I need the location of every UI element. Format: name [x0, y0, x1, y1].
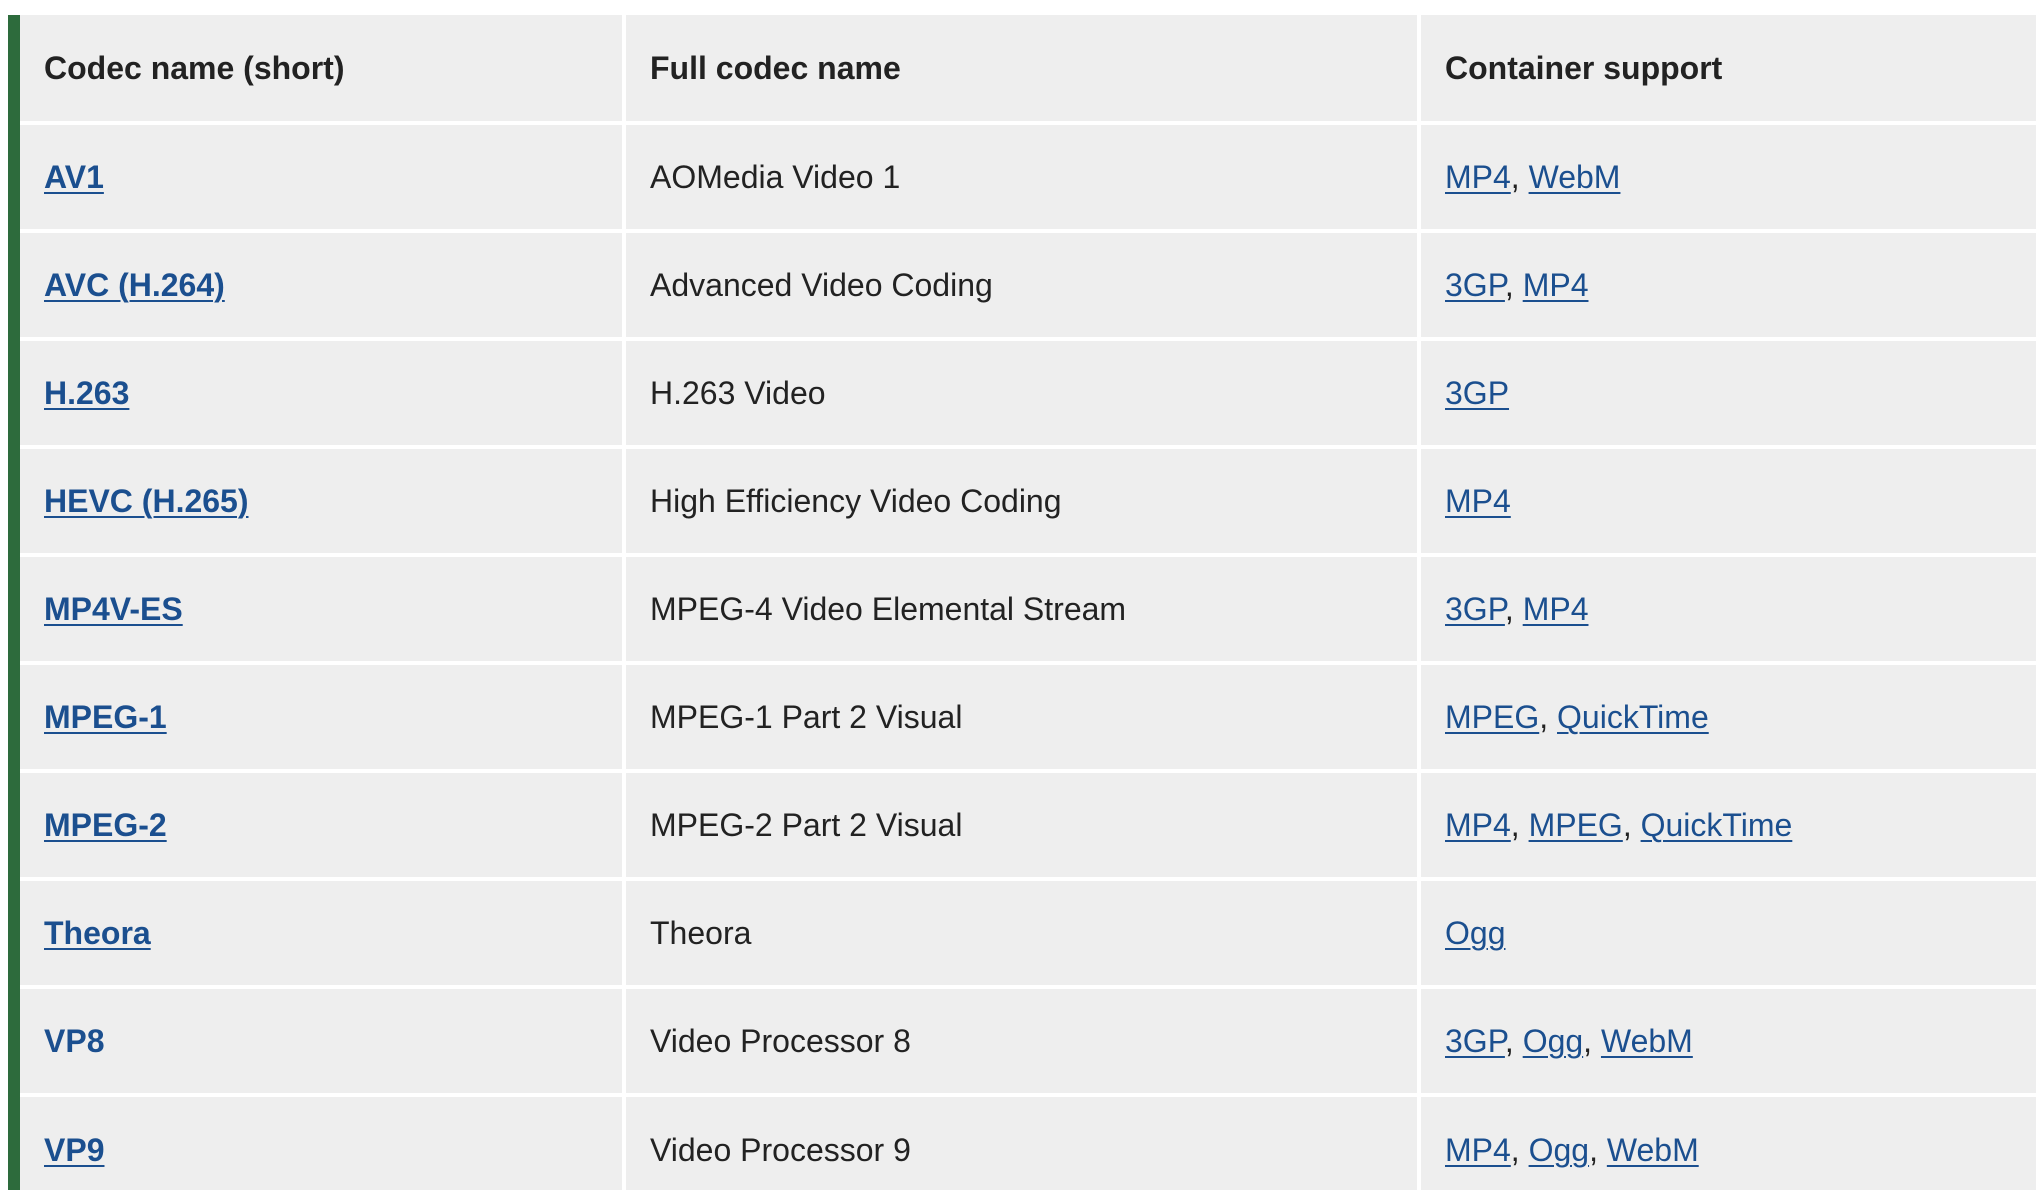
container-link[interactable]: MP4 [1445, 1132, 1511, 1168]
codec-full-name: Theora [622, 877, 1419, 987]
container-link[interactable]: Ogg [1523, 1023, 1583, 1059]
codec-short-cell: MP4V-ES [20, 553, 624, 663]
codec-full-name: High Efficiency Video Coding [622, 445, 1419, 555]
header-codec-short: Codec name (short) [20, 15, 624, 123]
separator: , [1510, 158, 1529, 195]
codec-short-link[interactable]: VP8 [44, 1023, 104, 1059]
separator: , [1504, 590, 1523, 627]
table-row: AVC (H.264) Advanced Video Coding 3GP, MP4 [20, 229, 2036, 339]
container-link[interactable]: QuickTime [1641, 807, 1793, 843]
separator: , [1504, 266, 1523, 303]
container-link[interactable]: WebM [1529, 159, 1621, 195]
container-link[interactable]: WebM [1601, 1023, 1693, 1059]
codec-short-link[interactable]: AV1 [44, 159, 104, 195]
container-support-cell: MPEG, QuickTime [1417, 661, 2036, 771]
container-link[interactable]: MP4 [1523, 591, 1589, 627]
codec-full-name: MPEG-1 Part 2 Visual [622, 661, 1419, 771]
separator: , [1539, 698, 1558, 735]
container-link[interactable]: 3GP [1445, 1023, 1505, 1059]
codec-full-name: H.263 Video [622, 337, 1419, 447]
codec-full-name: Video Processor 9 [622, 1093, 1419, 1190]
container-support-cell: 3GP [1417, 337, 2036, 447]
table-row: MPEG-1 MPEG-1 Part 2 Visual MPEG, QuickTim… [20, 661, 2036, 771]
codec-table: Codec name (short) Full codec name Conta… [20, 15, 2036, 1190]
container-link[interactable]: WebM [1607, 1132, 1699, 1168]
codec-short-cell: MPEG-2 [20, 769, 624, 879]
codec-short-cell: VP9 [20, 1093, 624, 1190]
container-support-cell: MP4, MPEG, QuickTime [1417, 769, 2036, 879]
codec-short-cell: AV1 [20, 121, 624, 231]
container-support-cell: MP4, Ogg, WebM [1417, 1093, 2036, 1190]
separator: , [1510, 1131, 1529, 1168]
table-row: MP4V-ES MPEG-4 Video Elemental Stream 3GP,… [20, 553, 2036, 663]
container-link[interactable]: 3GP [1445, 375, 1509, 411]
table-row: Theora Theora Ogg [20, 877, 2036, 987]
container-link[interactable]: MP4 [1445, 159, 1511, 195]
container-link[interactable]: MP4 [1523, 267, 1589, 303]
container-link[interactable]: MP4 [1445, 483, 1511, 519]
container-link[interactable]: Ogg [1529, 1132, 1589, 1168]
table-row: VP8 Video Processor 8 3GP, Ogg, WebM [20, 985, 2036, 1095]
separator: , [1504, 1022, 1523, 1059]
table-row: MPEG-2 MPEG-2 Part 2 Visual MP4, MPEG, Qui… [20, 769, 2036, 879]
container-link[interactable]: Ogg [1445, 915, 1505, 951]
container-support-cell: 3GP, MP4 [1417, 229, 2036, 339]
container-link[interactable]: MPEG [1445, 699, 1539, 735]
header-codec-full: Full codec name [622, 15, 1419, 123]
codec-short-cell: H.263 [20, 337, 624, 447]
container-link[interactable]: 3GP [1445, 267, 1505, 303]
container-support-cell: 3GP, Ogg, WebM [1417, 985, 2036, 1095]
codec-short-link[interactable]: VP9 [44, 1132, 104, 1168]
table-row: HEVC (H.265) High Efficiency Video Coding… [20, 445, 2036, 555]
codec-full-name: AOMedia Video 1 [622, 121, 1419, 231]
table-row: AV1 AOMedia Video 1 MP4, WebM [20, 121, 2036, 231]
codec-full-name: Advanced Video Coding [622, 229, 1419, 339]
container-link[interactable]: MP4 [1445, 807, 1511, 843]
codec-full-name: MPEG-2 Part 2 Visual [622, 769, 1419, 879]
codec-short-link[interactable]: MPEG-2 [44, 807, 167, 843]
container-support-cell: MP4 [1417, 445, 2036, 555]
separator: , [1622, 806, 1641, 843]
codec-short-link[interactable]: H.263 [44, 375, 129, 411]
container-link[interactable]: QuickTime [1557, 699, 1709, 735]
codec-short-cell: VP8 [20, 985, 624, 1095]
codec-short-link[interactable]: MP4V-ES [44, 591, 183, 627]
codec-table-container: Codec name (short) Full codec name Conta… [8, 15, 2036, 1190]
separator: , [1510, 806, 1529, 843]
codec-short-cell: MPEG-1 [20, 661, 624, 771]
table-row: H.263 H.263 Video 3GP [20, 337, 2036, 447]
codec-short-link[interactable]: MPEG-1 [44, 699, 167, 735]
separator: , [1583, 1022, 1601, 1059]
codec-short-cell: HEVC (H.265) [20, 445, 624, 555]
codec-full-name: Video Processor 8 [622, 985, 1419, 1095]
codec-short-cell: AVC (H.264) [20, 229, 624, 339]
codec-short-link[interactable]: Theora [44, 915, 151, 951]
container-link[interactable]: 3GP [1445, 591, 1505, 627]
separator: , [1589, 1131, 1607, 1168]
table-header-row: Codec name (short) Full codec name Conta… [20, 15, 2036, 123]
codec-short-cell: Theora [20, 877, 624, 987]
codec-short-link[interactable]: AVC (H.264) [44, 267, 225, 303]
container-support-cell: 3GP, MP4 [1417, 553, 2036, 663]
container-support-cell: Ogg [1417, 877, 2036, 987]
container-support-cell: MP4, WebM [1417, 121, 2036, 231]
header-container-support: Container support [1417, 15, 2036, 123]
table-row: VP9 Video Processor 9 MP4, Ogg, WebM [20, 1093, 2036, 1190]
codec-full-name: MPEG-4 Video Elemental Stream [622, 553, 1419, 663]
container-link[interactable]: MPEG [1529, 807, 1623, 843]
codec-short-link[interactable]: HEVC (H.265) [44, 483, 249, 519]
